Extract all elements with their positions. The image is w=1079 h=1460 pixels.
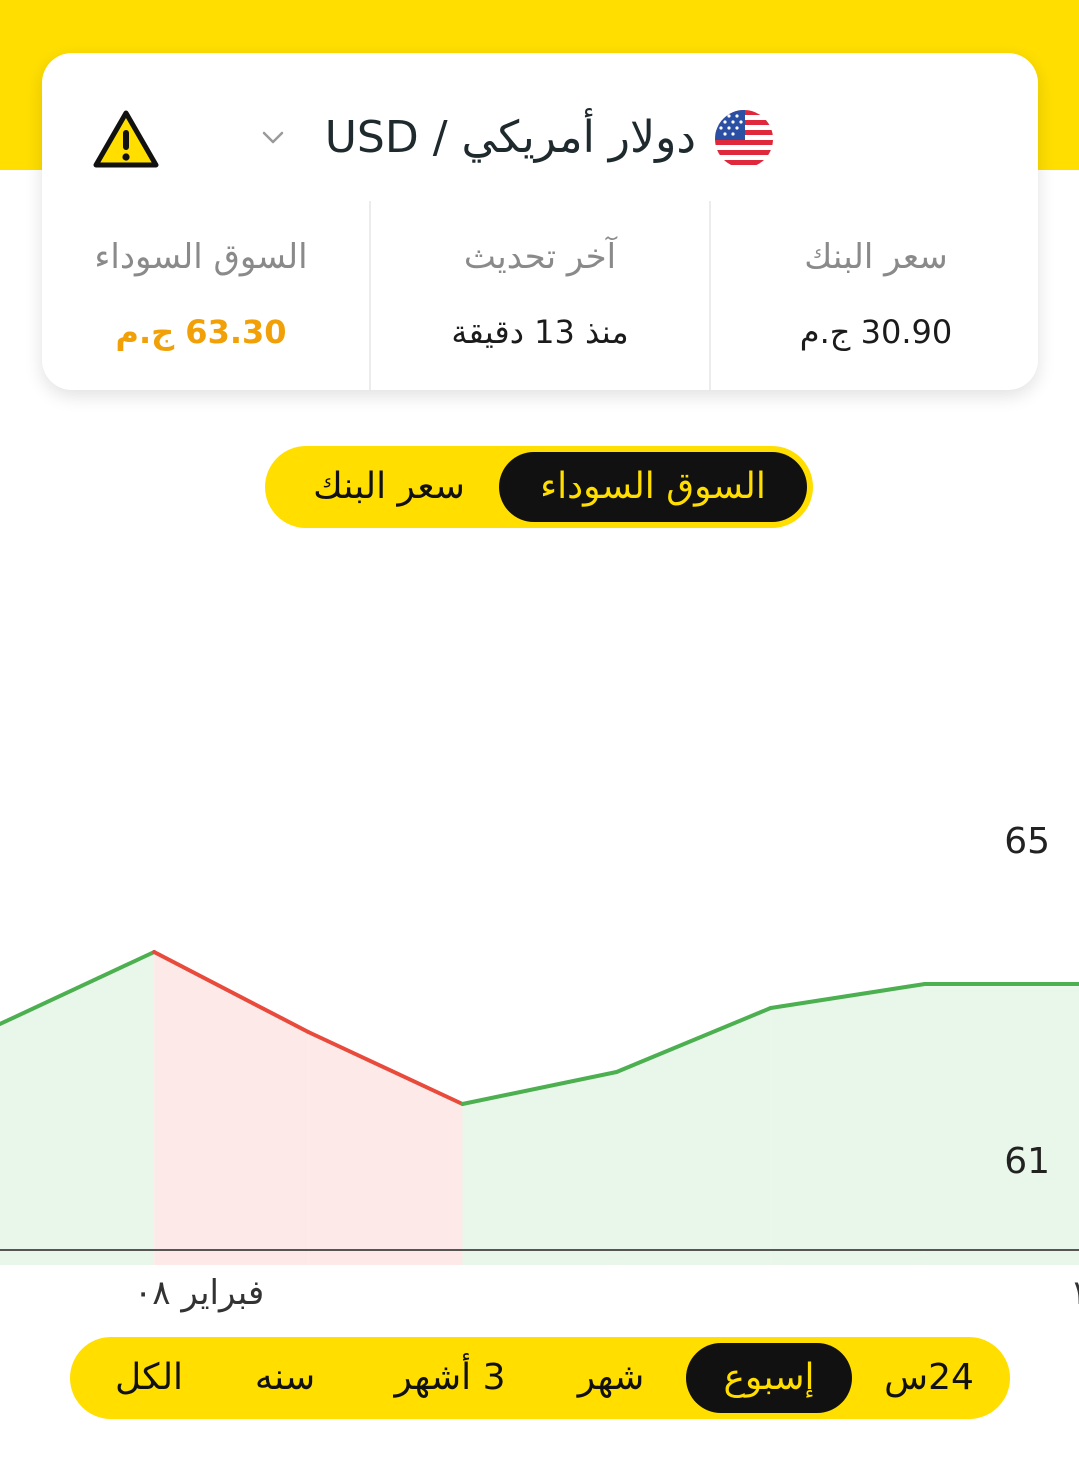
- range-year[interactable]: سنه: [230, 1343, 340, 1413]
- chart-area-segment: [770, 984, 925, 1265]
- range-week[interactable]: إسبوع: [686, 1343, 852, 1413]
- toggle-bank-rate[interactable]: سعر البنك: [279, 452, 499, 522]
- us-flag-icon: [715, 110, 773, 168]
- range-all[interactable]: الكل: [94, 1343, 204, 1413]
- black-market-stat: السوق السوداء 63.30 ج.م: [42, 201, 360, 390]
- range-3-months[interactable]: 3 أشهر: [370, 1343, 530, 1413]
- y-tick-label: 61: [1004, 1141, 1050, 1182]
- currency-card: دولار أمريكي / USD سعر البنك 30.90 ج.م آ…: [42, 53, 1038, 390]
- last-update-value: منذ 13 دقيقة: [451, 313, 629, 351]
- warning-icon[interactable]: [92, 108, 160, 170]
- chart-area-segment: [0, 952, 155, 1265]
- bank-rate-stat: سعر البنك 30.90 ج.م: [710, 201, 1042, 390]
- currency-header[interactable]: دولار أمريكي / USD: [42, 53, 1038, 203]
- time-range-selector: 24س إسبوع شهر 3 أشهر سنه الكل: [70, 1337, 1010, 1419]
- chart-area-segment: [616, 1008, 771, 1265]
- bank-rate-label: سعر البنك: [804, 237, 948, 277]
- range-month[interactable]: شهر: [546, 1343, 676, 1413]
- x-tick-label: فبراير ٠٨: [134, 1273, 264, 1313]
- rate-chart: 65 61 فبراير ١٥ فبراير ٠٨: [0, 720, 1079, 1320]
- y-tick-label: 65: [1004, 821, 1050, 862]
- last-update-stat: آخر تحديث منذ 13 دقيقة: [369, 201, 711, 390]
- black-market-value: 63.30 ج.م: [115, 313, 287, 351]
- currency-title: دولار أمريكي / USD: [324, 112, 696, 163]
- x-tick-label: فبراير ١٥: [1070, 1273, 1079, 1313]
- rate-stats: سعر البنك 30.90 ج.م آخر تحديث منذ 13 دقي…: [42, 201, 1038, 390]
- chart-area-segment: [924, 984, 1079, 1265]
- bank-rate-value: 30.90 ج.م: [799, 313, 953, 351]
- range-24h[interactable]: 24س: [870, 1343, 988, 1413]
- chart-area-segment: [154, 952, 309, 1265]
- toggle-black-market[interactable]: السوق السوداء: [499, 452, 807, 522]
- black-market-label: السوق السوداء: [94, 237, 308, 277]
- chart-canvas: 65 61 فبراير ١٥ فبراير ٠٨: [0, 821, 1079, 1313]
- last-update-label: آخر تحديث: [463, 237, 617, 277]
- chevron-down-icon[interactable]: [258, 125, 288, 151]
- market-toggle: السوق السوداء سعر البنك: [265, 446, 813, 528]
